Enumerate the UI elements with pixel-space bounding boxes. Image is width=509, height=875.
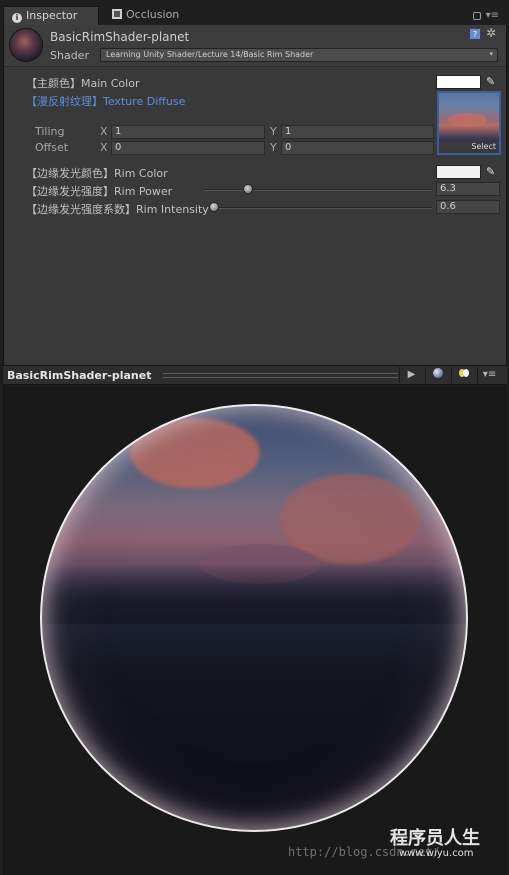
texture-select-button[interactable]: Select (439, 142, 499, 153)
offset-y-field[interactable]: 0 (281, 141, 434, 155)
help-book-icon[interactable]: ? (469, 28, 481, 40)
gear-icon[interactable]: ✲ (486, 26, 496, 40)
play-button[interactable]: ▶ (399, 367, 423, 383)
rim-power-slider[interactable] (204, 189, 432, 191)
preview-resize-grip[interactable] (163, 373, 398, 378)
panel-menu-icon[interactable]: ▾≡ (486, 10, 499, 21)
tiling-x-field[interactable]: 1 (111, 125, 265, 139)
watermark-site: www.wiyu.com (399, 848, 474, 859)
tiling-label: Tiling (35, 125, 65, 138)
material-preview[interactable]: http://blog.csdn.net/ 程序员人生 www.wiyu.com (3, 386, 507, 875)
info-icon: i (12, 13, 22, 23)
offset-label: Offset (35, 141, 69, 154)
rim-intensity-field[interactable]: 0.6 (436, 200, 500, 214)
watermark-title: 程序员人生 (390, 828, 480, 849)
preview-sphere[interactable] (40, 404, 468, 832)
dropdown-arrow-icon: ▾ (489, 50, 493, 58)
eyedropper-icon[interactable]: ✎ (486, 166, 498, 178)
shader-label: Shader (50, 49, 89, 62)
rim-power-label: 【边缘发光强度】Rim Power (26, 185, 173, 198)
shader-dropdown[interactable]: Learning Unity Shader/Lecture 14/Basic R… (100, 48, 498, 62)
inspector-panel: BasicRimShader-planet Shader Learning Un… (3, 25, 507, 365)
tab-bar: i Inspector Occlusion ▾≡ (0, 0, 509, 25)
tab-inspector[interactable]: i Inspector (3, 6, 99, 25)
tab-inspector-label: Inspector (26, 9, 78, 22)
rim-power-field[interactable]: 6.3 (436, 182, 500, 196)
rim-intensity-label: 【边缘发光强度系数】Rim Intensity (26, 203, 209, 216)
rim-intensity-slider[interactable] (209, 207, 432, 209)
rim-power-slider-thumb[interactable] (243, 184, 254, 194)
material-thumbnail (10, 29, 42, 61)
preview-lights-button[interactable] (451, 367, 475, 383)
lock-icon[interactable] (473, 12, 481, 20)
rim-color-field[interactable] (436, 165, 481, 179)
tiling-x-label: X (100, 125, 108, 138)
offset-x-label: X (100, 141, 108, 154)
texture-diffuse-label: 【漫反射纹理】Texture Diffuse (26, 95, 186, 108)
tab-occlusion-label: Occlusion (126, 8, 180, 21)
preview-title: BasicRimShader-planet (7, 369, 152, 382)
rim-intensity-slider-thumb[interactable] (209, 202, 219, 212)
preview-mesh-button[interactable] (425, 367, 449, 383)
occlusion-icon (112, 9, 122, 19)
eyedropper-icon[interactable]: ✎ (486, 76, 498, 88)
preview-header: BasicRimShader-planet ▶ ▾≡ (3, 365, 507, 385)
shader-dropdown-value: Learning Unity Shader/Lecture 14/Basic R… (106, 50, 314, 59)
sphere-mesh-icon (432, 368, 443, 378)
tab-occlusion[interactable]: Occlusion (104, 6, 214, 25)
tiling-y-field[interactable]: 1 (281, 125, 434, 139)
rim-color-label: 【边缘发光颜色】Rim Color (26, 167, 168, 180)
rim-glow (40, 404, 468, 832)
texture-slot[interactable]: Select (437, 91, 501, 155)
material-header: BasicRimShader-planet Shader Learning Un… (4, 25, 506, 67)
main-color-label: 【主颜色】Main Color (26, 77, 140, 90)
material-name: BasicRimShader-planet (50, 30, 190, 44)
tiling-y-label: Y (270, 125, 277, 138)
main-color-field[interactable] (436, 75, 481, 89)
offset-x-field[interactable]: 0 (111, 141, 265, 155)
offset-y-label: Y (270, 141, 277, 154)
preview-menu-button[interactable]: ▾≡ (477, 367, 501, 383)
